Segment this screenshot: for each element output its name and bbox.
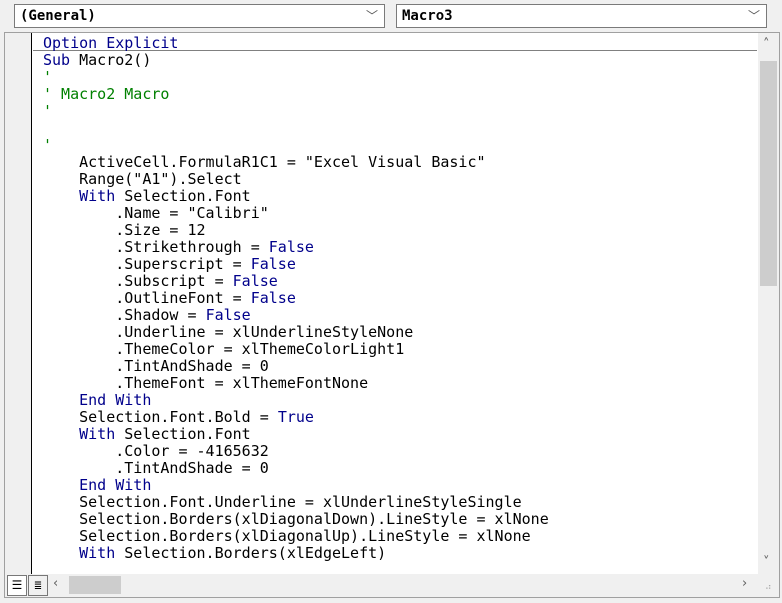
comment-token: ' [43, 68, 53, 86]
code-token: Selection.Borders(xlDiagonalUp).LineStyl… [43, 527, 531, 545]
keyword-token: Option Explicit [43, 35, 179, 52]
code-token: .Size = 12 [43, 221, 206, 239]
code-line[interactable]: .Color = -4165632 [43, 443, 757, 460]
code-token: .Underline = xlUnderlineStyleNone [43, 323, 414, 341]
code-line[interactable]: .TintAndShade = 0 [43, 358, 757, 375]
keyword-token: False [268, 238, 314, 256]
code-token: Selection.Font [124, 425, 251, 443]
code-token: Macro2() [79, 51, 152, 69]
code-token: .Color = -4165632 [43, 442, 269, 460]
margin-indicator-bar[interactable] [5, 33, 32, 574]
keyword-token: With [43, 425, 116, 443]
code-token: .OutlineFont = [43, 289, 251, 307]
keyword-token: False [232, 272, 278, 290]
code-line[interactable]: .Name = "Calibri" [43, 205, 757, 222]
keyword-token: End With [43, 476, 152, 494]
keyword-token: With [43, 544, 116, 562]
code-token: Selection.Borders(xlEdgeLeft) [124, 544, 387, 562]
scroll-up-icon[interactable]: ˄ [763, 37, 770, 52]
code-window: Option Explicit Sub Macro2() ' ' Macro2 Mac… [4, 32, 780, 598]
code-line[interactable]: With Selection.Font [43, 188, 757, 205]
comment-token: ' [43, 136, 53, 154]
code-line[interactable]: ' [43, 137, 757, 154]
horizontal-scroll-thumb[interactable] [69, 576, 121, 594]
chevron-down-icon: ﹀ [747, 9, 760, 23]
code-line[interactable]: Sub Macro2() [43, 52, 757, 69]
vertical-scrollbar[interactable]: ˄ ˅ [758, 33, 779, 574]
code-line[interactable]: ' [43, 69, 757, 86]
code-line[interactable]: Selection.Font.Underline = xlUnderlineSt… [43, 494, 757, 511]
code-line[interactable]: Option Explicit [43, 35, 757, 52]
code-line[interactable]: .Subscript = False [43, 273, 757, 290]
code-token: .Shadow = [43, 306, 206, 324]
comment-token: ' [43, 102, 53, 120]
code-token: .ThemeFont = xlThemeFontNone [43, 374, 369, 392]
procedure-view-button[interactable]: ☰ [7, 575, 27, 596]
resize-grip-icon[interactable]: ⣠ [765, 580, 772, 590]
chevron-down-icon: ﹀ [365, 9, 378, 23]
code-line[interactable]: With Selection.Font [43, 426, 757, 443]
code-token: .Superscript = [43, 255, 251, 273]
code-token: .Name = "Calibri" [43, 204, 269, 222]
code-line[interactable]: .ThemeColor = xlThemeColorLight1 [43, 341, 757, 358]
code-line[interactable]: ' [43, 103, 757, 120]
code-line[interactable]: ' Macro2 Macro [43, 86, 757, 103]
code-token: Selection.Font.Underline = xlUnderlineSt… [43, 493, 522, 511]
code-line[interactable]: .Strikethrough = False [43, 239, 757, 256]
keyword-token: End With [43, 391, 152, 409]
code-token: .TintAndShade = 0 [43, 459, 269, 477]
code-token: .ThemeColor = xlThemeColorLight1 [43, 340, 405, 358]
comment-token: ' Macro2 Macro [43, 85, 170, 103]
code-token: .TintAndShade = 0 [43, 357, 269, 375]
code-line[interactable]: .Shadow = False [43, 307, 757, 324]
keyword-token: True [277, 408, 314, 426]
code-line[interactable]: .Size = 12 [43, 222, 757, 239]
code-line[interactable]: ActiveCell.FormulaR1C1 = "Excel Visual B… [43, 154, 757, 171]
code-line[interactable]: Selection.Borders(xlDiagonalDown).LineSt… [43, 511, 757, 528]
code-token: .Strikethrough = [43, 238, 269, 256]
procedure-combo-value: Macro3 [402, 8, 453, 24]
code-token: Range("A1").Select [43, 170, 242, 188]
code-line[interactable]: End With [43, 477, 757, 494]
code-line[interactable]: .Underline = xlUnderlineStyleNone [43, 324, 757, 341]
code-token: .Subscript = [43, 272, 233, 290]
code-token: Selection.Font.Bold = [43, 408, 278, 426]
code-line[interactable] [43, 120, 757, 137]
keyword-token: False [250, 289, 296, 307]
code-line[interactable]: Selection.Font.Bold = True [43, 409, 757, 426]
code-editor[interactable]: Option Explicit Sub Macro2() ' ' Macro2 Mac… [43, 35, 757, 574]
keyword-token: False [250, 255, 296, 273]
code-line[interactable]: End With [43, 392, 757, 409]
code-line[interactable]: Selection.Borders(xlDiagonalUp).LineStyl… [43, 528, 757, 545]
code-line[interactable]: Range("A1").Select [43, 171, 757, 188]
horizontal-scrollbar[interactable]: ☰ ≣ ‹ › ⣠ [5, 574, 779, 597]
keyword-token: False [205, 306, 251, 324]
scroll-right-icon[interactable]: › [742, 576, 747, 591]
object-combo[interactable]: (General) ﹀ [14, 4, 385, 28]
code-token: Selection.Borders(xlDiagonalDown).LineSt… [43, 510, 549, 528]
object-combo-value: (General) [20, 8, 96, 24]
code-token: Selection.Font [124, 187, 251, 205]
code-token: ActiveCell.FormulaR1C1 = "Excel Visual B… [43, 153, 486, 171]
code-line[interactable]: .OutlineFont = False [43, 290, 757, 307]
code-line[interactable]: .ThemeFont = xlThemeFontNone [43, 375, 757, 392]
full-module-view-button[interactable]: ≣ [28, 575, 48, 596]
scroll-down-icon[interactable]: ˅ [763, 555, 770, 570]
code-line[interactable]: With Selection.Borders(xlEdgeLeft) [43, 545, 757, 562]
code-line[interactable]: .Superscript = False [43, 256, 757, 273]
scroll-left-icon[interactable]: ‹ [53, 576, 58, 591]
code-line[interactable]: .TintAndShade = 0 [43, 460, 757, 477]
keyword-token: Sub [43, 51, 71, 69]
keyword-token: With [43, 187, 116, 205]
procedure-combo[interactable]: Macro3 ﹀ [396, 4, 767, 28]
vertical-scroll-thumb[interactable] [760, 61, 777, 286]
